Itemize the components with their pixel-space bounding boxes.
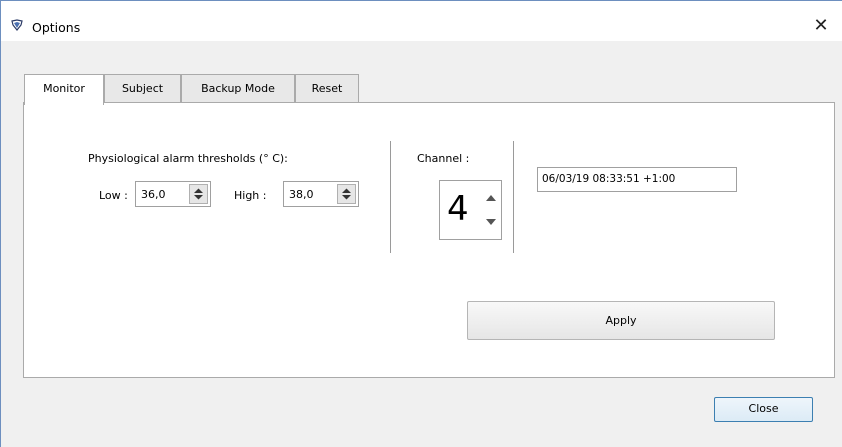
high-threshold-stepper[interactable]	[337, 184, 356, 204]
monitor-tab-panel: Physiological alarm thresholds (° C): Lo…	[23, 102, 835, 378]
divider-right	[513, 141, 514, 253]
tab-label: Backup Mode	[201, 82, 275, 95]
title-bar: Options ✕	[1, 1, 842, 41]
app-logo-icon	[11, 19, 23, 31]
options-dialog: Options ✕ Monitor Subject Backup Mode Re…	[0, 0, 842, 447]
high-label: High :	[234, 189, 267, 202]
tab-label: Monitor	[43, 82, 85, 95]
channel-stepper-arrows-icon[interactable]	[483, 189, 499, 231]
tab-label: Reset	[311, 82, 343, 95]
channel-label: Channel :	[417, 152, 470, 165]
low-threshold-stepper[interactable]	[189, 184, 208, 204]
divider-left	[390, 141, 391, 253]
tab-monitor[interactable]: Monitor	[24, 74, 104, 105]
apply-button[interactable]: Apply	[467, 301, 775, 340]
datetime-field[interactable]: 06/03/19 08:33:51 +1:00	[537, 167, 737, 192]
tab-reset[interactable]: Reset	[295, 74, 359, 102]
high-threshold-value: 38,0	[289, 188, 314, 201]
window-title: Options	[32, 20, 81, 35]
low-threshold-value: 36,0	[141, 188, 166, 201]
close-button[interactable]: Close	[714, 397, 813, 422]
up-down-arrows-icon	[342, 188, 351, 200]
tab-subject[interactable]: Subject	[104, 74, 181, 102]
thresholds-heading: Physiological alarm thresholds (° C):	[88, 152, 288, 165]
channel-spinbox[interactable]: 4	[439, 180, 502, 240]
low-label: Low :	[99, 189, 128, 202]
up-down-arrows-icon	[194, 188, 203, 200]
high-threshold-spinbox[interactable]: 38,0	[283, 181, 359, 207]
tab-backup-mode[interactable]: Backup Mode	[181, 74, 295, 102]
tab-label: Subject	[121, 82, 164, 95]
channel-value: 4	[447, 189, 469, 229]
close-icon[interactable]: ✕	[810, 15, 832, 37]
low-threshold-spinbox[interactable]: 36,0	[135, 181, 211, 207]
